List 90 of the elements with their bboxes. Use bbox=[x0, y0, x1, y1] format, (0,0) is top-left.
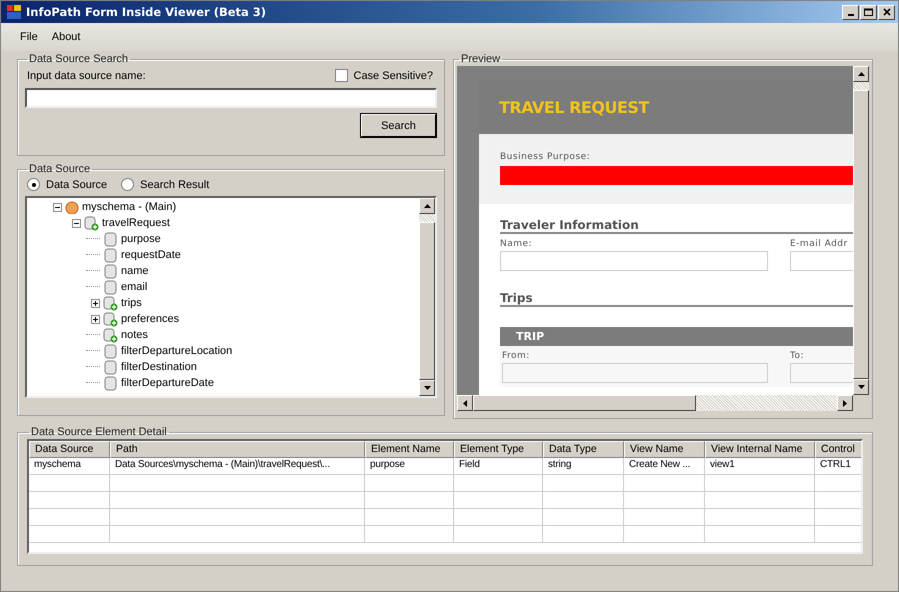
input-field[interactable] bbox=[790, 251, 853, 271]
database-icon bbox=[103, 360, 118, 374]
checkbox[interactable] bbox=[334, 69, 348, 82]
field-label: Business Purpose: bbox=[500, 152, 590, 162]
group-title: Data Source Element Detail bbox=[30, 426, 168, 438]
column-header[interactable]: View Internal Name bbox=[705, 441, 815, 458]
radio-option[interactable]: Search Result bbox=[121, 178, 210, 191]
input-field[interactable] bbox=[500, 251, 768, 271]
field-label: From: bbox=[502, 351, 530, 361]
menu-item[interactable]: File bbox=[13, 29, 45, 45]
expand-icon[interactable] bbox=[91, 298, 100, 308]
down-arrow-icon[interactable] bbox=[858, 385, 864, 389]
column-header[interactable]: View Name bbox=[624, 441, 705, 458]
database-plus-icon bbox=[103, 328, 118, 342]
maximize-button[interactable] bbox=[860, 4, 877, 20]
tree-item[interactable]: filterDepartureLocation bbox=[121, 345, 232, 357]
field-label: To: bbox=[790, 351, 804, 361]
tree-item[interactable]: purpose bbox=[121, 233, 161, 245]
table-cell: string bbox=[543, 458, 624, 475]
scroll-track[interactable] bbox=[853, 82, 869, 90]
tree-item[interactable]: myschema - (Main) bbox=[82, 201, 176, 213]
form-title: TRAVEL REQUEST bbox=[499, 98, 649, 116]
right-arrow-icon[interactable] bbox=[843, 400, 847, 406]
scroll-thumb[interactable] bbox=[473, 395, 696, 411]
table-cell: purpose bbox=[365, 458, 454, 475]
table-cell: Field bbox=[454, 458, 543, 475]
collapse-icon[interactable] bbox=[53, 202, 62, 212]
section-heading: Traveler Information bbox=[500, 218, 853, 234]
up-arrow-icon[interactable] bbox=[858, 72, 864, 76]
group-title: Preview bbox=[460, 53, 502, 65]
database-plus-icon bbox=[103, 312, 118, 326]
tree-scrollbar[interactable] bbox=[419, 198, 435, 396]
trip-title: TRIP bbox=[500, 327, 853, 346]
database-icon bbox=[103, 232, 118, 246]
maximize-icon[interactable] bbox=[864, 8, 873, 16]
table-cell: myschema bbox=[29, 458, 110, 475]
tree-item[interactable]: trips bbox=[121, 297, 142, 309]
field-label: E-mail Addr bbox=[790, 239, 848, 249]
database-plus-icon bbox=[103, 296, 118, 310]
column-header[interactable]: Element Name bbox=[365, 441, 454, 458]
case-sensitive-checkbox[interactable]: Case Sensitive? bbox=[334, 69, 433, 82]
tree-item[interactable]: travelRequest bbox=[102, 217, 170, 229]
close-button[interactable] bbox=[878, 4, 895, 20]
window-title: InfoPath Form Inside Viewer (Beta 3) bbox=[26, 5, 266, 19]
purpose-field[interactable] bbox=[500, 166, 853, 185]
radio-button[interactable] bbox=[27, 178, 40, 191]
table-cell: view1 bbox=[705, 458, 815, 475]
field-label: Input data source name: bbox=[27, 70, 146, 82]
section-heading: Trips bbox=[500, 291, 853, 307]
scroll-thumb[interactable] bbox=[419, 222, 435, 380]
database-icon bbox=[103, 280, 118, 294]
search-field[interactable] bbox=[25, 88, 437, 108]
input-field[interactable] bbox=[502, 363, 768, 383]
tree-item[interactable]: filterDepartureDate bbox=[121, 377, 214, 389]
database-icon bbox=[103, 344, 118, 358]
tree-item[interactable]: filterDestination bbox=[121, 361, 197, 373]
menu-item[interactable]: About bbox=[44, 29, 88, 45]
tree-item[interactable]: notes bbox=[121, 329, 148, 341]
app-icon bbox=[6, 4, 22, 20]
tree-item[interactable]: preferences bbox=[121, 313, 180, 325]
left-arrow-icon[interactable] bbox=[463, 400, 467, 406]
table-cell: Create New ... bbox=[624, 458, 705, 475]
search-button[interactable]: Search bbox=[361, 114, 436, 137]
group-title: Data Source bbox=[28, 163, 92, 175]
tree-item[interactable]: email bbox=[121, 281, 148, 293]
input-field[interactable] bbox=[790, 363, 853, 383]
database-icon bbox=[103, 376, 118, 390]
tree-item[interactable]: name bbox=[121, 265, 149, 277]
database-icon bbox=[103, 248, 118, 262]
group-title: Data Source Search bbox=[28, 53, 130, 65]
column-header[interactable]: Data Type bbox=[543, 441, 624, 458]
expand-icon[interactable] bbox=[91, 314, 100, 324]
database-plus-icon bbox=[84, 216, 99, 230]
close-icon[interactable] bbox=[882, 8, 890, 16]
column-header[interactable]: Control bbox=[815, 441, 861, 458]
database-icon bbox=[103, 264, 118, 278]
minimize-button[interactable] bbox=[842, 4, 859, 20]
tree-item[interactable]: requestDate bbox=[121, 249, 181, 261]
column-header[interactable]: Element Type bbox=[454, 441, 543, 458]
table-cell: Data Sources\myschema - (Main)\travelRequest\... bbox=[110, 458, 365, 475]
collapse-icon[interactable] bbox=[72, 218, 81, 228]
radio-option[interactable]: Data Source bbox=[27, 178, 108, 191]
up-arrow-icon[interactable] bbox=[424, 204, 430, 208]
down-arrow-icon[interactable] bbox=[424, 386, 430, 390]
column-header[interactable]: Path bbox=[110, 441, 365, 458]
radio-button[interactable] bbox=[121, 178, 134, 191]
field-label: Name: bbox=[500, 239, 532, 249]
column-header[interactable]: Data Source bbox=[29, 441, 110, 458]
scroll-track[interactable] bbox=[419, 214, 435, 222]
table-cell: CTRL1 bbox=[815, 458, 861, 475]
